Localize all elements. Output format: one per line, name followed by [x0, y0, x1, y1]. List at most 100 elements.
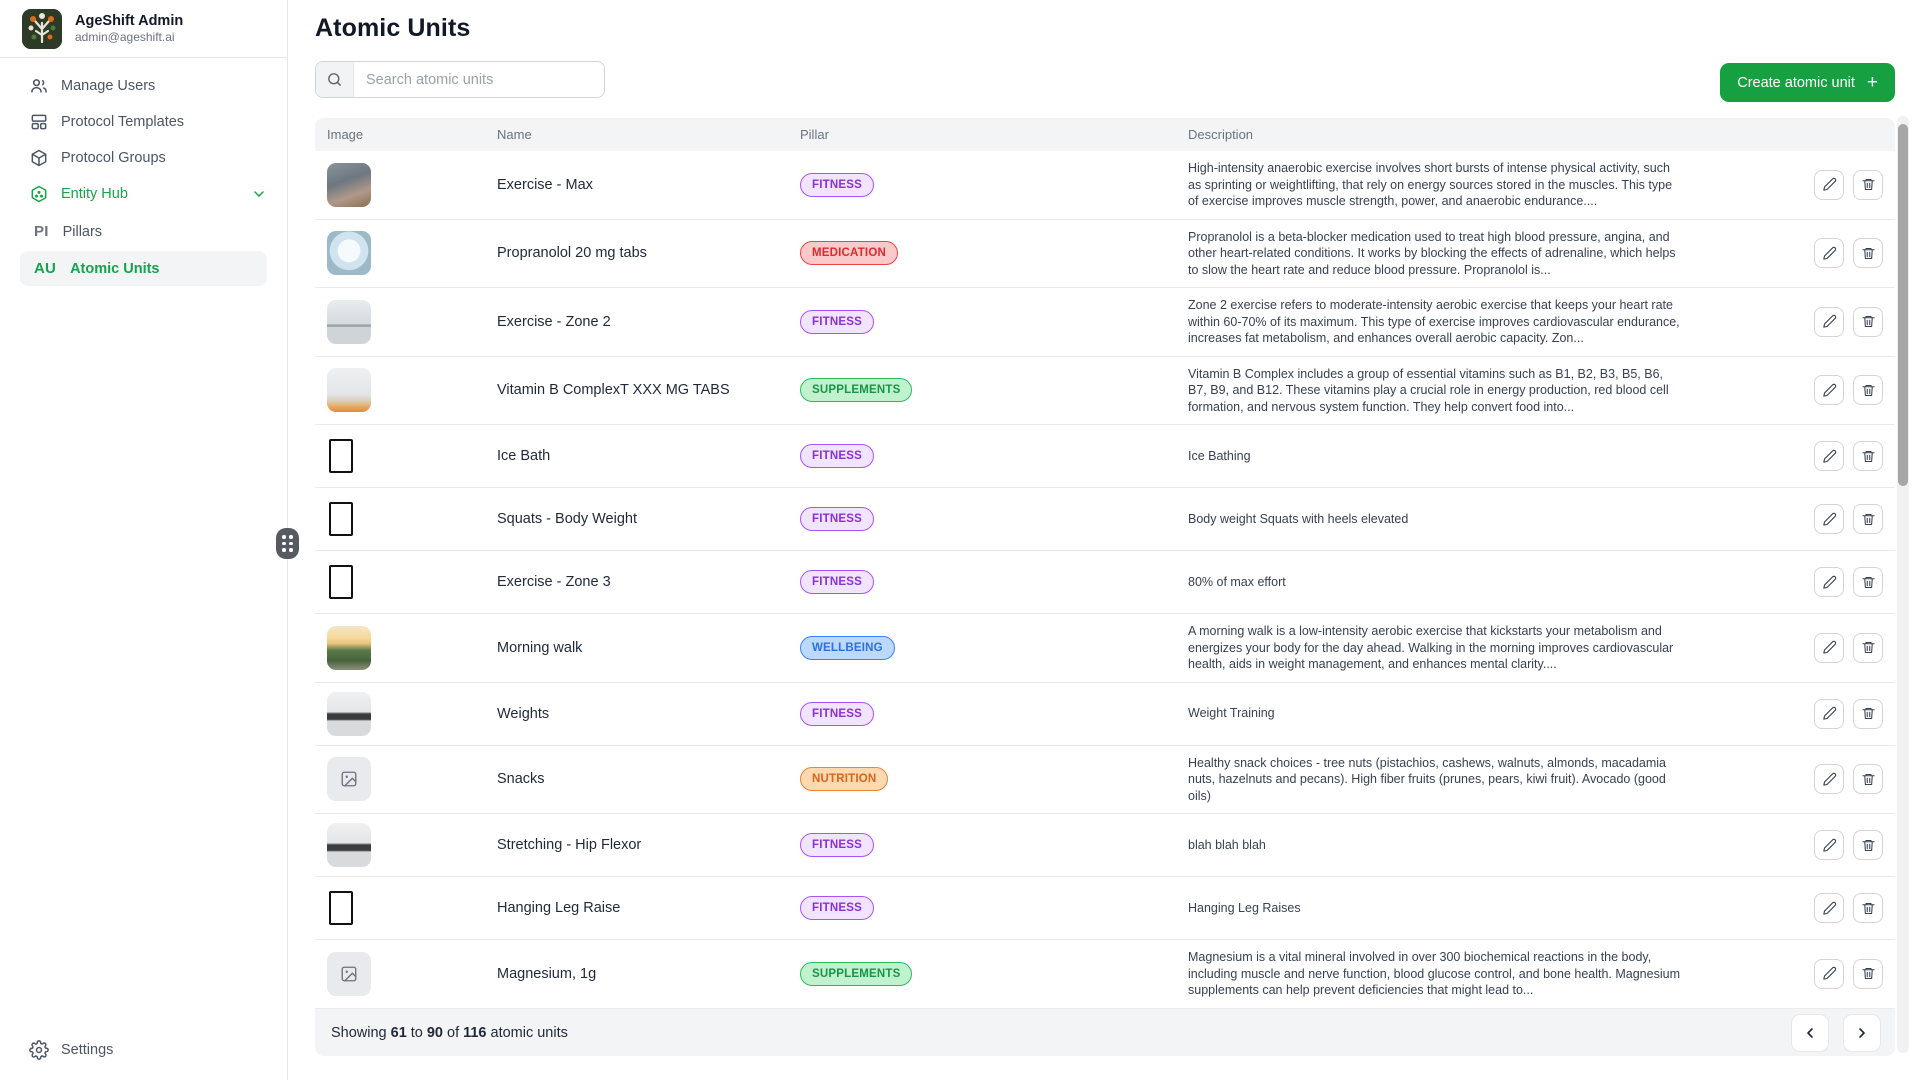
delete-button[interactable] [1853, 830, 1883, 860]
toolbar: Create atomic unit + [315, 57, 1895, 102]
table-row[interactable]: Weights FITNESS Weight Training [315, 683, 1895, 746]
plus-icon: + [1867, 73, 1878, 92]
templates-icon [29, 112, 49, 132]
row-actions [1783, 238, 1883, 268]
sidebar-item-protocol-templates[interactable]: Protocol Templates [8, 104, 279, 140]
delete-button[interactable] [1853, 764, 1883, 794]
scrollbar-thumb[interactable] [1898, 124, 1908, 486]
sidebar-item-protocol-groups[interactable]: Protocol Groups [8, 140, 279, 176]
table-row[interactable]: Exercise - Zone 2 FITNESS Zone 2 exercis… [315, 288, 1895, 357]
pillar-badge: FITNESS [800, 173, 874, 197]
pencil-icon [1822, 772, 1837, 787]
edit-button[interactable] [1814, 375, 1844, 405]
table-row[interactable]: Snacks NUTRITION Healthy snack choices -… [315, 746, 1895, 815]
edit-button[interactable] [1814, 567, 1844, 597]
image-placeholder [327, 952, 371, 996]
sidebar-item-label: Settings [61, 1042, 113, 1058]
table-row[interactable]: Exercise - Max FITNESS High-intensity an… [315, 151, 1895, 220]
next-page-button[interactable] [1843, 1014, 1881, 1052]
empty-image-placeholder [329, 565, 353, 599]
column-header-pillar: Pillar [800, 127, 1188, 142]
pencil-icon [1822, 706, 1837, 721]
search-input[interactable] [354, 62, 604, 97]
row-actions [1783, 699, 1883, 729]
edit-button[interactable] [1814, 633, 1844, 663]
atomic-unit-description: 80% of max effort [1188, 574, 1680, 591]
pencil-icon [1822, 449, 1837, 464]
chevron-right-icon [1854, 1025, 1870, 1041]
atomic-unit-description: A morning walk is a low-intensity aerobi… [1188, 623, 1680, 673]
table-body: Exercise - Max FITNESS High-intensity an… [315, 151, 1895, 1009]
edit-button[interactable] [1814, 893, 1844, 923]
table-row[interactable]: Magnesium, 1g SUPPLEMENTS Magnesium is a… [315, 940, 1895, 1009]
vertical-scrollbar[interactable] [1897, 116, 1909, 1053]
edit-button[interactable] [1814, 699, 1844, 729]
table-row[interactable]: Squats - Body Weight FITNESS Body weight… [315, 488, 1895, 551]
pillar-cell: SUPPLEMENTS [800, 962, 1188, 986]
delete-button[interactable] [1853, 893, 1883, 923]
delete-button[interactable] [1853, 699, 1883, 729]
delete-button[interactable] [1853, 633, 1883, 663]
atomic-unit-description: blah blah blah [1188, 837, 1680, 854]
pagination-status: Showing61to90of116atomic units [331, 1025, 568, 1041]
atomic-unit-description: Healthy snack choices - tree nuts (pista… [1188, 755, 1680, 805]
sidebar-item-pillars[interactable]: PI Pillars [20, 214, 267, 249]
row-image-cell [327, 886, 497, 930]
search-box [315, 61, 605, 98]
edit-button[interactable] [1814, 307, 1844, 337]
delete-button[interactable] [1853, 959, 1883, 989]
create-atomic-unit-button[interactable]: Create atomic unit + [1720, 63, 1895, 102]
delete-button[interactable] [1853, 441, 1883, 471]
edit-button[interactable] [1814, 959, 1844, 989]
pillar-cell: SUPPLEMENTS [800, 378, 1188, 402]
delete-button[interactable] [1853, 170, 1883, 200]
delete-button[interactable] [1853, 375, 1883, 405]
sidebar-item-atomic-units[interactable]: AU Atomic Units [20, 251, 267, 286]
delete-button[interactable] [1853, 238, 1883, 268]
sidebar-item-settings[interactable]: Settings [8, 1032, 279, 1068]
pillar-cell: MEDICATION [800, 241, 1188, 265]
pillar-cell: FITNESS [800, 833, 1188, 857]
table-row[interactable]: Ice Bath FITNESS Ice Bathing [315, 425, 1895, 488]
previous-page-button[interactable] [1791, 1014, 1829, 1052]
atomic-unit-thumbnail [327, 300, 371, 344]
edit-button[interactable] [1814, 170, 1844, 200]
row-image-cell [327, 692, 497, 736]
pencil-icon [1822, 383, 1837, 398]
table-row[interactable]: Vitamin B ComplexT XXX MG TABS SUPPLEMEN… [315, 357, 1895, 426]
table-row[interactable]: Stretching - Hip Flexor FITNESS blah bla… [315, 814, 1895, 877]
gear-icon [29, 1040, 49, 1060]
delete-button[interactable] [1853, 567, 1883, 597]
pillars-abbr-icon: PI [34, 223, 49, 240]
create-button-label: Create atomic unit [1737, 75, 1855, 91]
sidebar: AgeShift Admin admin@ageshift.ai Manage … [0, 0, 288, 1080]
atomic-unit-name: Weights [497, 706, 800, 722]
sidebar-item-entity-hub[interactable]: Entity Hub [8, 176, 279, 212]
atomic-unit-thumbnail [327, 823, 371, 867]
pencil-icon [1822, 512, 1837, 527]
edit-button[interactable] [1814, 764, 1844, 794]
sidebar-resize-handle[interactable] [276, 528, 299, 559]
edit-button[interactable] [1814, 441, 1844, 471]
trash-icon [1861, 966, 1876, 981]
table-row[interactable]: Exercise - Zone 3 FITNESS 80% of max eff… [315, 551, 1895, 614]
delete-button[interactable] [1853, 504, 1883, 534]
atomic-unit-description: Zone 2 exercise refers to moderate-inten… [1188, 297, 1680, 347]
ageshift-logo [22, 9, 62, 49]
table-row[interactable]: Hanging Leg Raise FITNESS Hanging Leg Ra… [315, 877, 1895, 940]
pillar-badge: FITNESS [800, 570, 874, 594]
table-row[interactable]: Morning walk WELLBEING A morning walk is… [315, 614, 1895, 683]
atomic-unit-name: Exercise - Zone 3 [497, 574, 800, 590]
table-row[interactable]: Propranolol 20 mg tabs MEDICATION Propra… [315, 220, 1895, 289]
atomic-unit-thumbnail [327, 231, 371, 275]
row-actions [1783, 893, 1883, 923]
edit-button[interactable] [1814, 238, 1844, 268]
pillar-cell: FITNESS [800, 173, 1188, 197]
sidebar-item-manage-users[interactable]: Manage Users [8, 68, 279, 104]
trash-icon [1861, 772, 1876, 787]
edit-button[interactable] [1814, 830, 1844, 860]
edit-button[interactable] [1814, 504, 1844, 534]
atomic-unit-description: Weight Training [1188, 705, 1680, 722]
delete-button[interactable] [1853, 307, 1883, 337]
trash-icon [1861, 177, 1876, 192]
